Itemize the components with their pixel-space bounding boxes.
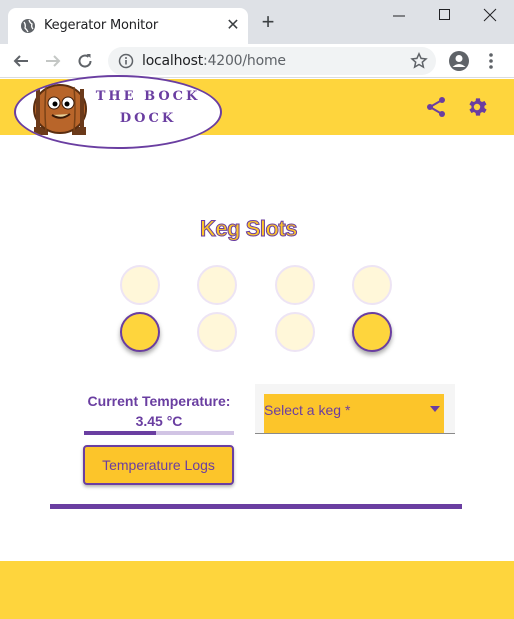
app-root: THE BOCK DOCK Keg Slots Current Temperat…	[0, 75, 514, 619]
maximize-icon[interactable]	[438, 8, 452, 22]
profile-icon[interactable]	[448, 50, 470, 72]
back-arrow-icon[interactable]	[12, 52, 30, 70]
browser-toolbar: localhost:4200/home	[0, 44, 514, 78]
keg-slot-3[interactable]	[275, 265, 315, 305]
keg-select-placeholder: Select a keg *	[264, 402, 351, 418]
tab-title: Kegerator Monitor	[44, 18, 158, 33]
chevron-down-icon[interactable]	[430, 406, 440, 412]
temperature-label: Current Temperature:	[87, 393, 231, 409]
url-text[interactable]: localhost:4200/home	[142, 53, 286, 69]
share-icon[interactable]	[425, 96, 447, 118]
section-divider	[50, 504, 462, 509]
temperature-progress-fill	[84, 431, 156, 435]
reload-icon[interactable]	[76, 52, 94, 70]
close-icon[interactable]	[483, 8, 497, 22]
temperature-progress-bar	[84, 431, 234, 435]
keg-slot-5[interactable]	[120, 312, 160, 352]
temperature-value: 3.45 °C	[135, 413, 183, 429]
app-header: THE BOCK DOCK	[0, 75, 514, 149]
barrel-mascot-icon	[33, 84, 87, 135]
app-footer	[0, 561, 514, 619]
keg-slot-6[interactable]	[197, 312, 237, 352]
keg-slot-2[interactable]	[197, 265, 237, 305]
info-icon[interactable]	[118, 53, 134, 69]
address-bar[interactable]: localhost:4200/home	[108, 47, 436, 75]
logo-text-line1: THE BOCK	[95, 89, 201, 104]
brand-logo[interactable]: THE BOCK DOCK	[14, 75, 222, 149]
browser-titlebar: Kegerator Monitor ✕ +	[0, 0, 514, 44]
forward-arrow-icon[interactable]	[44, 52, 62, 70]
keg-slot-7[interactable]	[275, 312, 315, 352]
page-title: Keg Slots	[200, 216, 298, 242]
new-tab-button[interactable]: +	[258, 11, 278, 33]
more-menu-icon[interactable]	[486, 52, 496, 70]
keg-select-field[interactable]: Select a keg *	[264, 394, 444, 433]
keg-select[interactable]: Select a keg *	[255, 384, 455, 434]
minimize-icon[interactable]	[392, 8, 406, 22]
keg-slot-1[interactable]	[120, 265, 160, 305]
logo-text-line2: DOCK	[119, 111, 177, 126]
star-icon[interactable]	[410, 52, 428, 70]
temperature-logs-button[interactable]: Temperature Logs	[83, 445, 234, 485]
keg-slot-8[interactable]	[352, 312, 392, 352]
browser-tab[interactable]: Kegerator Monitor ✕	[8, 8, 248, 44]
globe-icon	[21, 19, 35, 33]
tab-close-icon[interactable]: ✕	[224, 17, 242, 35]
keg-slot-4[interactable]	[352, 265, 392, 305]
gear-icon[interactable]	[465, 95, 489, 119]
